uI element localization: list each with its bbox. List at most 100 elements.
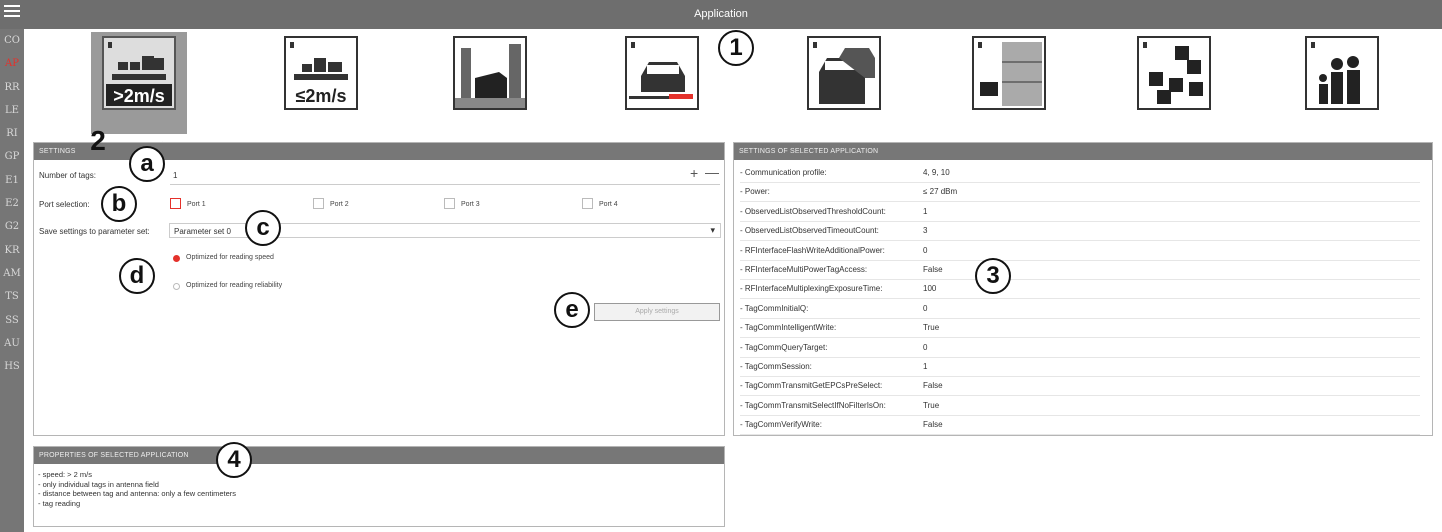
setting-value: 0 <box>923 303 928 313</box>
setting-key: - TagCommQueryTarget: <box>740 342 828 352</box>
sidebar-item-hs[interactable]: HS <box>0 355 24 378</box>
setting-row: - TagCommIntelligentWrite: True <box>740 318 1420 339</box>
setting-row: - TagCommVerifyWrite: False <box>740 415 1420 436</box>
setting-row: - RFInterfaceMultiPowerTagAccess: False <box>740 260 1420 280</box>
setting-row: - TagCommSession: 1 <box>740 357 1420 377</box>
setting-value: 4, 9, 10 <box>923 168 950 177</box>
sidebar-item-e1[interactable]: E1 <box>0 169 24 192</box>
sidebar-item-co[interactable]: CO <box>0 29 24 52</box>
number-of-tags-input[interactable]: 1 <box>173 171 177 180</box>
callout-2: 2 <box>90 125 106 156</box>
setting-key: - Power: <box>740 187 770 197</box>
sidebar-item-kr[interactable]: KR <box>0 239 24 262</box>
setting-key: - TagCommSession: <box>740 362 812 371</box>
vehicle-barrier-icon <box>625 36 699 110</box>
callout-1: 1 <box>718 30 754 66</box>
setting-key: - ObservedListObservedThresholdCount: <box>740 206 886 216</box>
optimize-radio-2[interactable] <box>173 283 180 290</box>
property-line: - speed: > 2 m/s <box>38 470 92 479</box>
sidebar-item-au[interactable]: AU <box>0 332 24 355</box>
properties-panel: PROPERTIES OF SELECTED APPLICATION - spe… <box>33 446 725 527</box>
people-identification-icon <box>1305 36 1379 110</box>
gate-icon <box>453 36 527 110</box>
place-monitoring-icon <box>1137 36 1211 110</box>
setting-row: - TagCommQueryTarget: 0 <box>740 338 1420 358</box>
callout-b: b <box>101 186 137 222</box>
apply-settings-button[interactable]: Apply settings <box>594 303 720 321</box>
properties-header: PROPERTIES OF SELECTED APPLICATION <box>34 447 724 464</box>
property-line: - tag reading <box>38 498 81 508</box>
setting-row: - RFInterfaceFlashWriteAdditionalPower: 0 <box>740 241 1420 261</box>
number-of-tags-label: Number of tags: <box>39 171 96 180</box>
selected-application-settings-panel: SETTINGS OF SELECTED APPLICATION - Commu… <box>733 142 1433 436</box>
app-tile-2[interactable]: ≤2m/sConveyor ≤ 2 m/s <box>256 32 386 154</box>
sidebar-item-ap[interactable]: AP <box>0 52 24 75</box>
app-tile-6[interactable]: Shelf application <box>944 32 1074 154</box>
setting-value: False <box>923 381 943 391</box>
setting-value: False <box>923 265 943 274</box>
sidebar-item-am[interactable]: AM <box>0 262 24 285</box>
callout-4: 4 <box>216 442 252 478</box>
setting-key: - TagCommTransmitGetEPCsPreSelect: <box>740 381 883 391</box>
setting-row: - TagCommTransmitSelectIfNoFilterIsOn: Tr… <box>740 396 1420 416</box>
optimize-radio-1[interactable] <box>173 255 180 262</box>
setting-value: 0 <box>923 245 928 255</box>
callout-3: 3 <box>975 258 1011 294</box>
conveyor-fast-icon: >2m/s <box>102 36 176 110</box>
sidebar-item-e2[interactable]: E2 <box>0 192 24 215</box>
decrease-button[interactable]: — <box>705 164 719 180</box>
setting-value: 3 <box>923 226 928 236</box>
app-tile-5[interactable]: Vehicle identification <box>779 32 909 154</box>
setting-value: True <box>923 323 940 333</box>
setting-key: - TagCommTransmitSelectIfNoFilterIsOn: <box>740 400 886 410</box>
setting-row: - ObservedListObservedThresholdCount: 1 <box>740 202 1420 222</box>
sidebar: CO AP RR LE RI GP E1 E2 G2 KR AM TS SS AU HS <box>0 29 24 532</box>
setting-key: - Communication profile: <box>740 168 827 177</box>
setting-row: - TagCommTransmitGetEPCsPreSelect: False <box>740 376 1420 397</box>
setting-row: - ObservedListObservedTimeoutCount: 3 <box>740 221 1420 242</box>
setting-row: - TagCommInitialQ: 0 <box>740 299 1420 319</box>
port-1-checkbox[interactable] <box>170 198 181 209</box>
sidebar-item-ts[interactable]: TS <box>0 285 24 308</box>
sidebar-item-rr[interactable]: RR <box>0 76 24 99</box>
app-tile-3[interactable]: Gate <box>425 32 555 154</box>
callout-c: c <box>245 210 281 246</box>
setting-value: 0 <box>923 342 928 352</box>
setting-key: - RFInterfaceFlashWriteAdditionalPower: <box>740 245 885 255</box>
app-tile-7[interactable]: Place monitoring <box>1109 32 1239 154</box>
port-3-checkbox[interactable] <box>444 198 455 209</box>
setting-key: - ObservedListObservedTimeoutCount: <box>740 226 879 236</box>
port-3-label: Port 3 <box>461 201 480 208</box>
title-bar: Application <box>0 0 1442 29</box>
callout-e: e <box>554 292 590 328</box>
setting-key: - RFInterfaceMultiPowerTagAccess: <box>740 265 868 274</box>
increase-button[interactable]: + <box>690 165 698 181</box>
setting-row: - RFInterfaceMultiplexingExposureTime: 10… <box>740 279 1420 300</box>
sidebar-item-ri[interactable]: RI <box>0 122 24 145</box>
setting-value: 100 <box>923 284 937 294</box>
port-1-label: Port 1 <box>187 201 206 208</box>
app-tile-4[interactable]: Vehicle barrier identification <box>597 32 727 154</box>
sidebar-item-ss[interactable]: SS <box>0 309 24 332</box>
sidebar-item-gp[interactable]: GP <box>0 145 24 168</box>
port-4-checkbox[interactable] <box>582 198 593 209</box>
optimize-label-2: Optimized for reading reliability <box>186 282 283 289</box>
speed-badge: ≤2m/s <box>295 86 347 106</box>
setting-value: False <box>923 420 943 430</box>
speed-badge: >2m/s <box>113 86 165 106</box>
chevron-down-icon: ▾ <box>710 225 715 235</box>
save-settings-label: Save settings to parameter set: <box>39 227 150 236</box>
sidebar-item-g2[interactable]: G2 <box>0 215 24 238</box>
setting-value: 1 <box>923 362 928 371</box>
shelf-icon <box>972 36 1046 110</box>
apply-settings-label: Apply settings <box>635 308 679 315</box>
setting-key: - TagCommIntelligentWrite: <box>740 323 837 333</box>
setting-row: - Power: ≤ 27 dBm <box>740 182 1420 203</box>
window-title: Application <box>694 8 748 20</box>
port-2-checkbox[interactable] <box>313 198 324 209</box>
app-tile-8[interactable]: People identification <box>1277 32 1407 154</box>
sidebar-item-le[interactable]: LE <box>0 99 24 122</box>
setting-value: True <box>923 400 940 410</box>
conveyor-slow-icon: ≤2m/s <box>284 36 358 110</box>
setting-key: - TagCommInitialQ: <box>740 303 809 313</box>
